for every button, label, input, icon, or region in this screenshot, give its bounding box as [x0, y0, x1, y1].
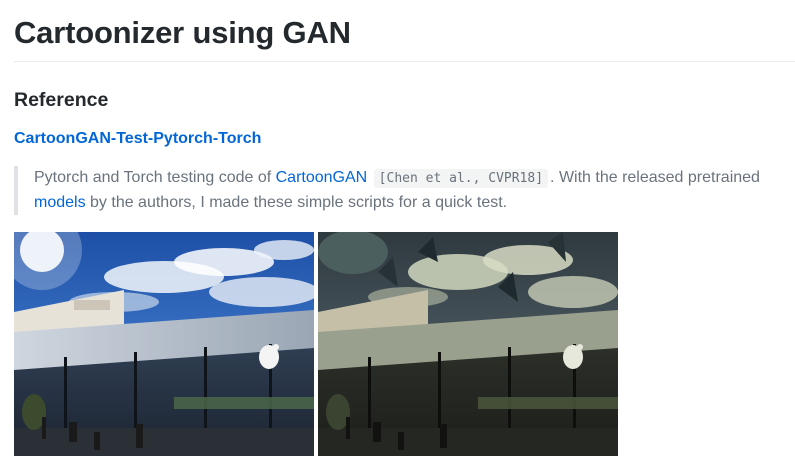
citation-code: [Chen et al., CVPR18] [373, 169, 549, 188]
cartoonized-image [318, 232, 618, 456]
quote-text-3: by the authors, I made these simple scri… [85, 194, 508, 211]
page-title: Cartoonizer using GAN [14, 15, 351, 50]
quote-text-1: Pytorch and Torch testing code of [34, 169, 276, 186]
quote-text-2: . With the released pretrained [550, 169, 760, 186]
models-link[interactable]: models [34, 194, 86, 211]
cartoongan-link[interactable]: CartoonGAN [276, 169, 368, 186]
description-blockquote: Pytorch and Torch testing code of Cartoo… [14, 166, 795, 215]
repo-link[interactable]: CartoonGAN-Test-Pytorch-Torch [14, 128, 261, 150]
title-divider [14, 61, 795, 62]
section-heading-reference: Reference [14, 89, 109, 111]
original-photo [14, 232, 314, 456]
